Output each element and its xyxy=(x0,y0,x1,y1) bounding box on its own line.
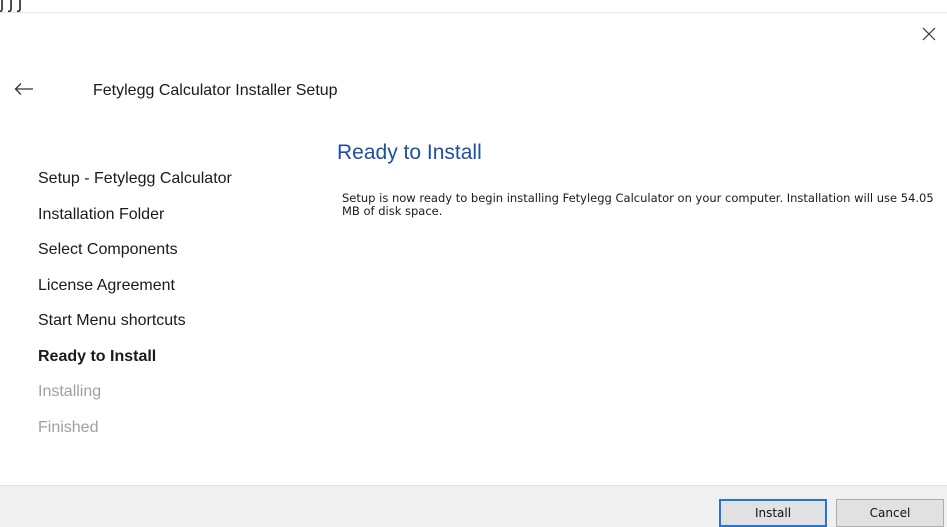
install-button[interactable]: Install xyxy=(719,499,827,527)
clipped-top-text: ʃ ʃ ʃ xyxy=(0,0,22,12)
close-button[interactable] xyxy=(911,18,947,50)
step-item-pending: Finished xyxy=(38,418,99,436)
step-item-current: Ready to Install xyxy=(38,347,157,365)
step-item: Setup - Fetylegg Calculator xyxy=(38,170,232,187)
page-heading: Ready to Install xyxy=(337,141,482,164)
wizard-steps: Setup - Fetylegg Calculator Installation… xyxy=(38,168,232,452)
installer-window: ʃ ʃ ʃ Fetylegg Calculator Installer Setu… xyxy=(0,0,947,527)
top-divider xyxy=(0,12,947,13)
back-button[interactable] xyxy=(14,76,46,102)
back-arrow-icon xyxy=(14,83,33,95)
page-description: Setup is now ready to begin installing F… xyxy=(342,191,934,218)
window-title: Fetylegg Calculator Installer Setup xyxy=(93,82,338,99)
step-item: Select Components xyxy=(38,241,178,258)
cancel-button[interactable]: Cancel xyxy=(836,499,944,527)
step-item: Start Menu shortcuts xyxy=(38,312,186,329)
step-item: License Agreement xyxy=(38,276,175,294)
button-bar: Install Cancel xyxy=(0,485,947,527)
step-item-pending: Installing xyxy=(38,383,102,400)
step-item: Installation Folder xyxy=(38,205,165,223)
close-icon xyxy=(922,27,936,41)
